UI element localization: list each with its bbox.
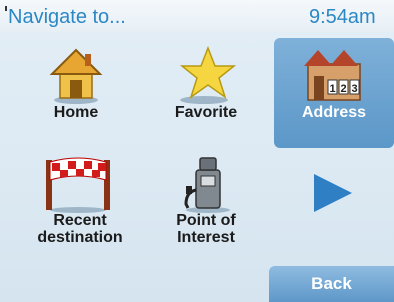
recent-destination-line2: destination [37, 229, 123, 246]
recent-destination-tile[interactable]: Recent destination [20, 146, 140, 256]
fuel-pump-icon [184, 157, 230, 213]
screen-title: Navigate to... [8, 6, 126, 28]
finish-flag-icon [46, 157, 110, 213]
point-of-interest-line2: Interest [177, 229, 235, 246]
point-of-interest-label: Point of Interest [146, 212, 266, 246]
point-of-interest-line1: Point of [176, 212, 236, 229]
clock: 9:54am [309, 7, 376, 27]
home-label: Home [53, 104, 99, 121]
address-number-2: 2 [340, 83, 346, 95]
address-number-3: 3 [351, 83, 357, 95]
point-of-interest-tile[interactable]: Point of Interest [146, 146, 266, 256]
back-button[interactable]: Back [269, 266, 394, 302]
favorite-label: Favorite [174, 104, 238, 121]
address-building-icon: 1 2 3 [304, 50, 361, 101]
address-label: Address [301, 104, 367, 121]
address-number-1: 1 [329, 83, 335, 95]
corner-mark [5, 6, 7, 11]
star-icon [179, 45, 237, 104]
header-bar: Navigate to... 9:54am [0, 0, 394, 32]
favorite-tile[interactable]: Favorite [146, 38, 266, 148]
house-icon [49, 48, 103, 104]
recent-destination-label: Recent destination [20, 212, 140, 246]
home-tile[interactable]: Home [16, 38, 136, 148]
next-page-arrow-icon[interactable] [300, 170, 360, 216]
recent-destination-line1: Recent [53, 212, 107, 229]
address-tile[interactable]: 1 2 3 Address [274, 38, 394, 148]
navigate-screen: Navigate to... 9:54am Home Favorite 1 2 … [0, 0, 394, 302]
